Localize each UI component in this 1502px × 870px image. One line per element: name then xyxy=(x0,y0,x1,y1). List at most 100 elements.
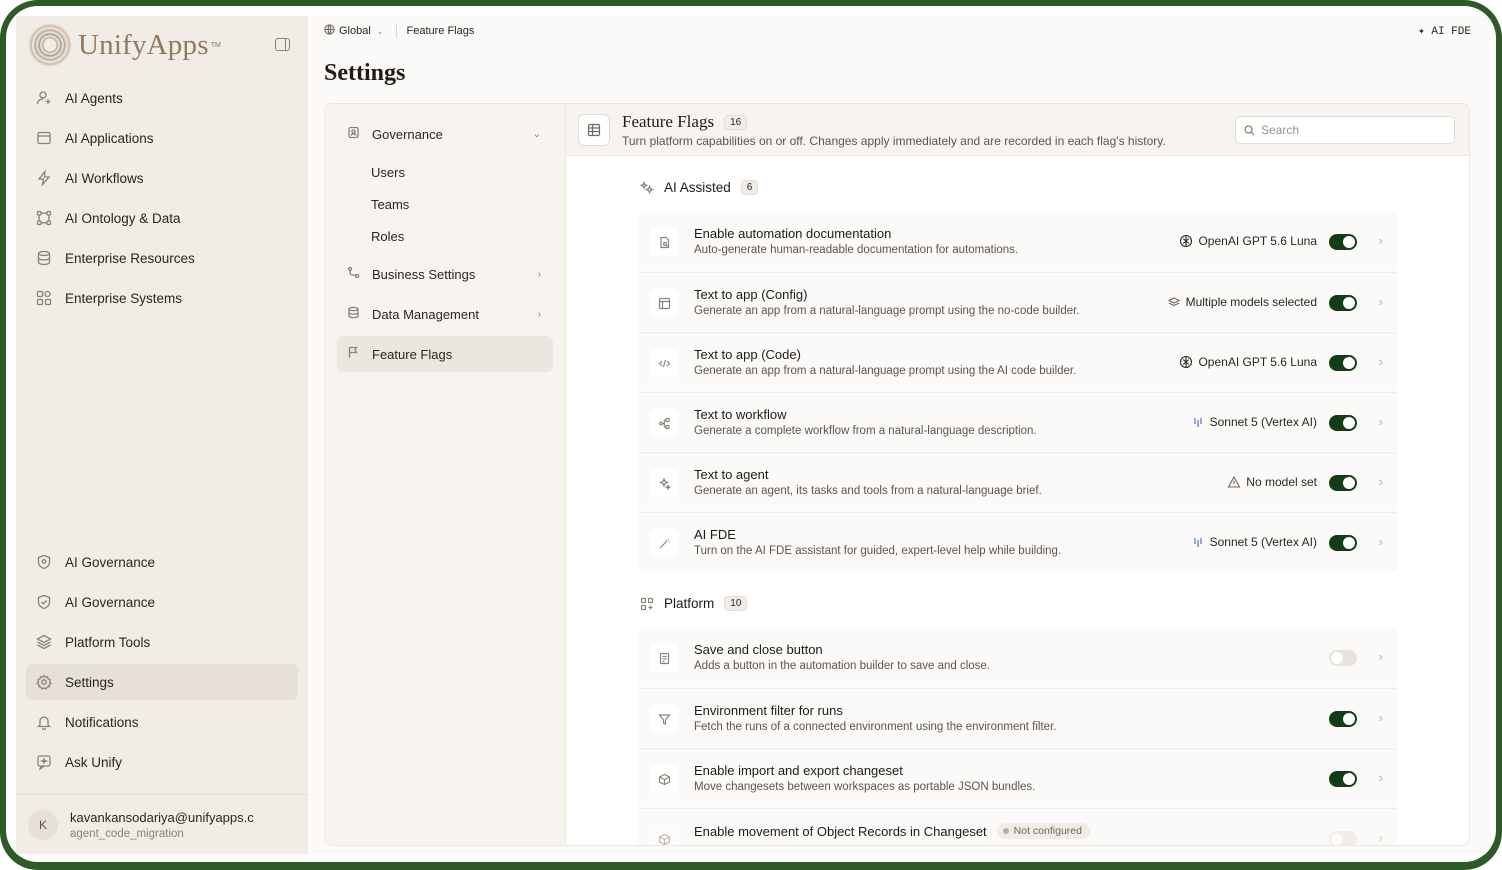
search-input[interactable] xyxy=(1261,123,1441,137)
sidebar-item-ai-workflows[interactable]: AI Workflows xyxy=(26,160,298,196)
chevron-right-icon[interactable]: › xyxy=(1379,770,1383,785)
sidebar-item-ai-ontology[interactable]: AI Ontology & Data xyxy=(26,200,298,236)
sidebar-item-label: Enterprise Resources xyxy=(65,250,195,266)
sidebar-item-label: AI Governance xyxy=(65,554,156,570)
code-icon xyxy=(650,349,678,377)
section-ai-assisted: AI Assisted 6 xyxy=(640,180,759,195)
layout-icon xyxy=(650,289,678,317)
sidebar-item-enterprise-resources[interactable]: Enterprise Resources xyxy=(26,240,298,276)
flag-row[interactable]: Text to app (Code) Generate an app from … xyxy=(638,332,1397,392)
magic-wand-icon xyxy=(650,529,678,557)
chevron-right-icon[interactable]: › xyxy=(1379,649,1383,664)
model-selector[interactable]: Multiple models selected xyxy=(1167,295,1317,309)
user-profile[interactable]: K kavankansodariya@unifyapps.c agent_cod… xyxy=(16,794,308,854)
chevron-right-icon[interactable]: › xyxy=(1379,474,1383,489)
flag-name: Environment filter for runs xyxy=(694,703,843,718)
sidebar-item-ai-agents[interactable]: AI Agents xyxy=(26,80,298,116)
package-icon xyxy=(650,765,678,793)
chevron-right-icon[interactable]: › xyxy=(1379,294,1383,309)
openai-icon xyxy=(1180,355,1193,369)
flag-toggle[interactable] xyxy=(1329,771,1357,787)
sidebar-item-ask-unify[interactable]: Ask Unify xyxy=(26,744,298,780)
package-icon xyxy=(650,825,678,845)
flag-row[interactable]: AI FDE Turn on the AI FDE assistant for … xyxy=(638,512,1397,572)
model-selector[interactable]: No model set xyxy=(1227,475,1317,489)
workflow-icon xyxy=(650,409,678,437)
id-badge-icon xyxy=(347,126,372,142)
flag-description: Adds a button in the automation builder … xyxy=(694,660,991,672)
sidebar-item-notifications[interactable]: Notifications xyxy=(26,704,298,740)
ai-sparkle-icon xyxy=(640,180,654,194)
flag-toggle[interactable] xyxy=(1329,831,1357,845)
graph-icon xyxy=(36,210,52,226)
flag-row[interactable]: Enable automation documentation Auto-gen… xyxy=(638,212,1397,272)
settings-nav-label: Feature Flags xyxy=(372,346,453,362)
sparkle-icon xyxy=(650,469,678,497)
settings-nav-roles[interactable]: Roles xyxy=(325,220,565,252)
scope-selector[interactable]: Global ⌄ xyxy=(324,24,384,38)
settings-nav-business-settings[interactable]: Business Settings › xyxy=(337,256,553,292)
bell-icon xyxy=(36,714,52,730)
chevron-right-icon[interactable]: › xyxy=(1379,710,1383,725)
flag-toggle[interactable] xyxy=(1329,295,1357,311)
settings-nav-feature-flags[interactable]: Feature Flags xyxy=(337,336,553,372)
feature-flags-description: Turn platform capabilities on or off. Ch… xyxy=(622,134,1166,148)
section-platform: Platform 10 xyxy=(640,596,748,611)
breadcrumb-divider xyxy=(395,24,397,38)
flag-description: Auto-generate human-readable documentati… xyxy=(694,244,1019,256)
model-selector[interactable]: OpenAI GPT 5.6 Luna xyxy=(1179,234,1317,248)
flag-icon xyxy=(347,346,372,362)
flag-row[interactable]: Save and close button Adds a button in t… xyxy=(638,628,1397,688)
model-name: Multiple models selected xyxy=(1185,295,1317,309)
model-selector[interactable]: Sonnet 5 (Vertex AI) xyxy=(1191,415,1317,429)
chevron-right-icon[interactable]: › xyxy=(1379,534,1383,549)
main-area: Global ⌄ Feature Flags ✦ AI FDE Settings… xyxy=(308,16,1491,854)
sidebar-collapse-icon[interactable] xyxy=(275,38,290,51)
flag-name: Text to app (Code) xyxy=(694,347,801,362)
ai-fde-button[interactable]: ✦ AI FDE xyxy=(1418,24,1471,38)
sidebar-item-enterprise-systems[interactable]: Enterprise Systems xyxy=(26,280,298,316)
chevron-right-icon[interactable]: › xyxy=(1379,354,1383,369)
layers-icon xyxy=(1167,297,1180,307)
flag-row[interactable]: Enable movement of Object Records in Cha… xyxy=(638,808,1397,845)
flag-row[interactable]: Environment filter for runs Fetch the ru… xyxy=(638,688,1397,748)
flag-toggle[interactable] xyxy=(1329,535,1357,551)
flag-toggle[interactable] xyxy=(1329,650,1357,666)
feature-flags-header: Feature Flags 16 Turn platform capabilit… xyxy=(566,104,1469,156)
window-icon xyxy=(36,130,52,146)
flag-row[interactable]: Text to app (Config) Generate an app fro… xyxy=(638,272,1397,332)
settings-nav-teams[interactable]: Teams xyxy=(325,188,565,220)
gear-icon xyxy=(36,674,52,690)
flag-row[interactable]: Enable import and export changeset Move … xyxy=(638,748,1397,808)
section-title-text: Platform xyxy=(664,596,715,611)
model-selector[interactable]: OpenAI GPT 5.6 Luna xyxy=(1179,355,1317,369)
feature-flags-title: Feature Flags 16 xyxy=(622,112,748,132)
globe-icon xyxy=(324,24,339,38)
vertex-icon xyxy=(1193,538,1202,547)
flag-row[interactable]: Text to agent Generate an agent, its tas… xyxy=(638,452,1397,512)
flag-toggle[interactable] xyxy=(1329,711,1357,727)
flag-row[interactable]: Text to workflow Generate a complete wor… xyxy=(638,392,1397,452)
model-selector[interactable]: Sonnet 5 (Vertex AI) xyxy=(1191,535,1317,549)
settings-nav-governance[interactable]: Governance ⌄ xyxy=(337,116,553,152)
settings-nav-users[interactable]: Users xyxy=(325,156,565,188)
flag-name: Text to app (Config) xyxy=(694,287,808,302)
table-icon xyxy=(578,114,610,146)
flag-toggle[interactable] xyxy=(1329,234,1357,250)
chevron-right-icon[interactable]: › xyxy=(1379,830,1383,845)
sidebar-item-ai-governance[interactable]: AI Governance xyxy=(26,544,298,580)
sidebar-item-ai-governance-2[interactable]: AI Governance xyxy=(26,584,298,620)
sidebar: UnifyApps TM AI Agents AI Applications A… xyxy=(16,16,308,854)
flag-toggle[interactable] xyxy=(1329,475,1357,491)
save-document-icon xyxy=(650,644,678,672)
flag-name: AI FDE xyxy=(694,527,736,542)
settings-nav-data-management[interactable]: Data Management › xyxy=(337,296,553,332)
flag-toggle[interactable] xyxy=(1329,415,1357,431)
sidebar-item-platform-tools[interactable]: Platform Tools xyxy=(26,624,298,660)
sidebar-item-settings[interactable]: Settings xyxy=(26,664,298,700)
search-box[interactable] xyxy=(1235,116,1455,144)
chevron-right-icon[interactable]: › xyxy=(1379,414,1383,429)
flag-toggle[interactable] xyxy=(1329,355,1357,371)
sidebar-item-ai-applications[interactable]: AI Applications xyxy=(26,120,298,156)
chevron-right-icon[interactable]: › xyxy=(1379,233,1383,248)
